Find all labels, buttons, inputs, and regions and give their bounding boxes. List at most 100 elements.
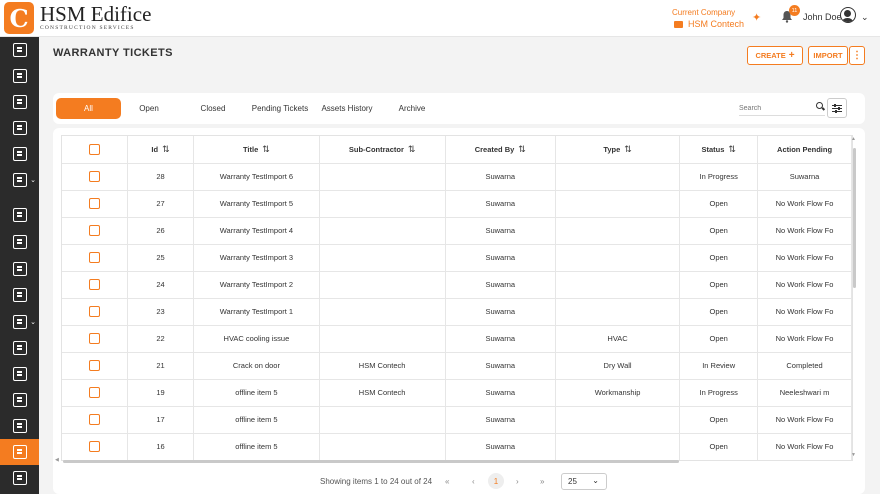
cell-title: Warranty TestImport 5 xyxy=(193,190,320,218)
filter-button[interactable] xyxy=(827,98,847,118)
sidebar-item-files[interactable]: ⌄ xyxy=(0,309,39,335)
sidebar-item-list[interactable] xyxy=(0,361,39,387)
sort-icon[interactable]: ⇅ xyxy=(408,144,416,154)
company-name: HSM Contech xyxy=(688,19,745,29)
avatar[interactable] xyxy=(840,7,856,23)
table-row[interactable]: 24 Warranty TestImport 2 Suwarna Open No Wor… xyxy=(62,271,852,299)
row-checkbox[interactable] xyxy=(88,441,100,452)
row-checkbox[interactable] xyxy=(88,414,100,425)
sidebar-item-tasks[interactable] xyxy=(0,282,39,308)
table-row[interactable]: 26 Warranty TestImport 4 Suwarna Open No Wor… xyxy=(62,217,852,245)
column-header-action-pending[interactable]: Action Pending xyxy=(757,136,852,164)
scroll-left-icon[interactable]: ◀ xyxy=(55,457,59,463)
import-button[interactable]: IMPORT xyxy=(808,46,848,65)
sidebar-item-alerts[interactable] xyxy=(0,115,39,141)
row-checkbox[interactable] xyxy=(88,360,100,371)
create-label: CREATE xyxy=(755,51,786,60)
table-row[interactable]: 17 offline item 5 Suwarna Open No Work Flow … xyxy=(62,406,852,434)
sidebar-item-notes[interactable] xyxy=(0,413,39,439)
sidebar-item-reports[interactable] xyxy=(0,229,39,255)
tab-archive[interactable]: Archive xyxy=(389,98,435,119)
column-header-title[interactable]: Title ⇅ xyxy=(193,136,320,164)
table-row[interactable]: 28 Warranty TestImport 6 Suwarna In Progres… xyxy=(62,163,852,191)
previous-page-icon[interactable]: ‹ xyxy=(472,477,475,486)
cell-created-by: Suwarna xyxy=(445,271,556,299)
table-row[interactable]: 21 Crack on door HSM Contech Suwarna Dry Wal… xyxy=(62,352,852,380)
sidebar-item-warranty[interactable] xyxy=(0,439,39,465)
company-selector[interactable]: HSM Contech xyxy=(674,19,744,29)
top-bar: C HSM Edifice CONSTRUCTION SERVICES Curr… xyxy=(0,0,880,37)
tickets-table-card: Id ⇅ Title ⇅ Sub-Contractor ⇅ Created By ⇅ T… xyxy=(53,128,865,494)
scroll-up-icon[interactable]: ▲ xyxy=(851,136,856,142)
sort-icon[interactable]: ⇅ xyxy=(518,144,526,154)
row-checkbox[interactable] xyxy=(88,387,100,398)
first-page-icon[interactable]: « xyxy=(445,477,449,486)
table-row[interactable]: 25 Warranty TestImport 3 Suwarna Open No Wor… xyxy=(62,244,852,272)
sort-icon[interactable]: ⇅ xyxy=(624,144,632,154)
cell-type: Dry Wall xyxy=(555,352,681,380)
cell-action-pending: No Work Flow Fo xyxy=(757,433,852,460)
sort-icon[interactable]: ⇅ xyxy=(728,144,736,154)
chevron-down-icon[interactable]: ⌄ xyxy=(861,12,869,23)
cell-status: Open xyxy=(679,325,759,353)
sidebar-item-team[interactable] xyxy=(0,335,39,361)
app-logo[interactable]: C HSM Edifice CONSTRUCTION SERVICES xyxy=(4,2,151,34)
sort-icon[interactable]: ⇅ xyxy=(262,144,270,154)
user-name[interactable]: John Doe xyxy=(803,12,842,22)
table-row[interactable]: 27 Warranty TestImport 5 Suwarna Open No Wor… xyxy=(62,190,852,218)
search-icon[interactable] xyxy=(816,102,823,109)
table-row[interactable]: 22 HVAC cooling issue Suwarna HVAC Open No Wo… xyxy=(62,325,852,353)
next-page-icon[interactable]: › xyxy=(516,477,519,486)
row-checkbox[interactable] xyxy=(88,333,100,344)
current-page-button[interactable]: 1 xyxy=(488,473,504,489)
sidebar-item-issues[interactable] xyxy=(0,256,39,282)
column-header-type[interactable]: Type ⇅ xyxy=(555,136,681,164)
search-input[interactable] xyxy=(739,102,825,116)
row-checkbox[interactable] xyxy=(88,171,100,182)
sort-icon[interactable]: ⇅ xyxy=(162,144,170,154)
tab-assets-history[interactable]: Assets History xyxy=(319,98,375,119)
sidebar-item-dashboard[interactable] xyxy=(0,37,39,63)
create-button[interactable]: CREATE + xyxy=(747,46,803,65)
page-title: WARRANTY TICKETS xyxy=(53,47,173,59)
sidebar-item-checklist[interactable] xyxy=(0,141,39,167)
cell-id: 22 xyxy=(127,325,195,353)
cell-id: 27 xyxy=(127,190,195,218)
more-options-button[interactable]: ⋮ xyxy=(849,46,865,65)
cell-sub-contractor: HSM Contech xyxy=(319,379,446,407)
table-row[interactable]: 16 offline item 5 Suwarna Open No Work Flow … xyxy=(62,433,852,460)
column-header-status[interactable]: Status ⇅ xyxy=(679,136,759,164)
sidebar-item-edit[interactable] xyxy=(0,202,39,228)
row-checkbox[interactable] xyxy=(88,198,100,209)
row-checkbox[interactable] xyxy=(88,225,100,236)
cell-status: Open xyxy=(679,271,759,299)
tab-all[interactable]: All xyxy=(56,98,121,119)
last-page-icon[interactable]: » xyxy=(540,477,544,486)
column-label: Sub-Contractor xyxy=(348,144,404,154)
table-row[interactable]: 19 offline item 5 HSM Contech Suwarna Workma… xyxy=(62,379,852,407)
cell-type xyxy=(555,163,681,191)
tab-pending-tickets[interactable]: Pending Tickets xyxy=(249,98,311,119)
row-checkbox[interactable] xyxy=(88,306,100,317)
vertical-scrollbar[interactable] xyxy=(853,148,856,288)
table-row[interactable]: 23 Warranty TestImport 1 Suwarna Open No Wor… xyxy=(62,298,852,326)
sidebar-item-forms[interactable] xyxy=(0,89,39,115)
select-all-checkbox[interactable] xyxy=(88,143,100,155)
page-size-select[interactable]: 25 ⌄ xyxy=(561,473,607,490)
sparkle-icon[interactable]: ✦ xyxy=(752,11,761,24)
sidebar-item-settings[interactable] xyxy=(0,465,39,491)
sidebar-item-documents[interactable]: ⌄ xyxy=(0,167,39,193)
scroll-down-icon[interactable]: ▼ xyxy=(851,452,856,458)
column-header-created-by[interactable]: Created By ⇅ xyxy=(445,136,556,164)
row-checkbox[interactable] xyxy=(88,279,100,290)
sidebar-item-punchlist[interactable] xyxy=(0,387,39,413)
horizontal-scrollbar[interactable] xyxy=(63,460,679,463)
column-header-id[interactable]: Id ⇅ xyxy=(127,136,195,164)
row-select-cell xyxy=(62,298,128,326)
cell-title: Warranty TestImport 1 xyxy=(193,298,320,326)
tab-closed[interactable]: Closed xyxy=(189,98,237,119)
tab-open[interactable]: Open xyxy=(125,98,173,119)
column-header-sub-contractor[interactable]: Sub-Contractor ⇅ xyxy=(319,136,446,164)
row-checkbox[interactable] xyxy=(88,252,100,263)
sidebar-item-gallery[interactable] xyxy=(0,63,39,89)
